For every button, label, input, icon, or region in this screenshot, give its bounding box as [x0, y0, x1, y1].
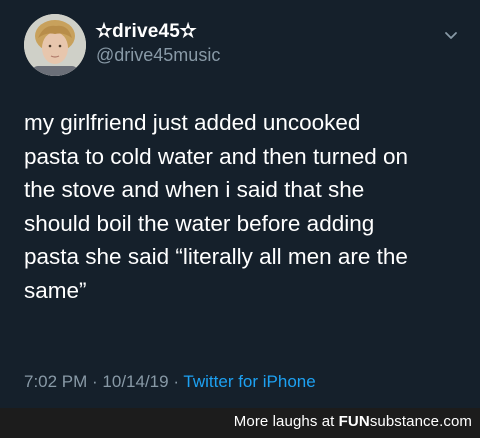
- avatar-image: [24, 14, 86, 76]
- watermark-brand-bold: FUN: [338, 413, 370, 430]
- watermark-prefix: More laughs at: [233, 413, 339, 430]
- watermark-text: More laughs at FUNsubstance.com: [234, 413, 472, 430]
- display-name[interactable]: ✫drive45✫: [96, 20, 196, 43]
- tweet-text-line: should boil the water before adding: [24, 210, 375, 236]
- tweet-text-line: pasta to cold water and then turned on: [24, 143, 409, 169]
- tweet-text-line: the stove and when i said that she: [24, 177, 365, 203]
- tweet-card: ✫drive45✫ @drive45music my girlfriend ju…: [0, 0, 480, 408]
- tweet-text-line: pasta she said “literally all men are th…: [24, 244, 408, 270]
- tweet-time[interactable]: 7:02 PM: [24, 372, 87, 391]
- meta-separator: ·: [87, 372, 103, 391]
- tweet-date[interactable]: 10/14/19: [102, 372, 168, 391]
- meta-separator: ·: [168, 372, 184, 391]
- watermark-brand-rest: substance.com: [369, 413, 472, 430]
- tweet-text-line: same”: [24, 277, 87, 303]
- tweet-source-link[interactable]: Twitter for iPhone: [183, 372, 315, 391]
- watermark-footer: More laughs at FUNsubstance.com: [0, 408, 480, 438]
- user-handle[interactable]: @drive45music: [96, 45, 220, 66]
- avatar[interactable]: [24, 14, 86, 76]
- tweet-text-line: my girlfriend just added uncooked: [24, 110, 361, 135]
- tweet-text: my girlfriend just added uncooked pasta …: [24, 106, 464, 308]
- tweet-meta: 7:02 PM · 10/14/19 · Twitter for iPhone: [24, 372, 316, 392]
- chevron-down-icon[interactable]: [442, 26, 460, 44]
